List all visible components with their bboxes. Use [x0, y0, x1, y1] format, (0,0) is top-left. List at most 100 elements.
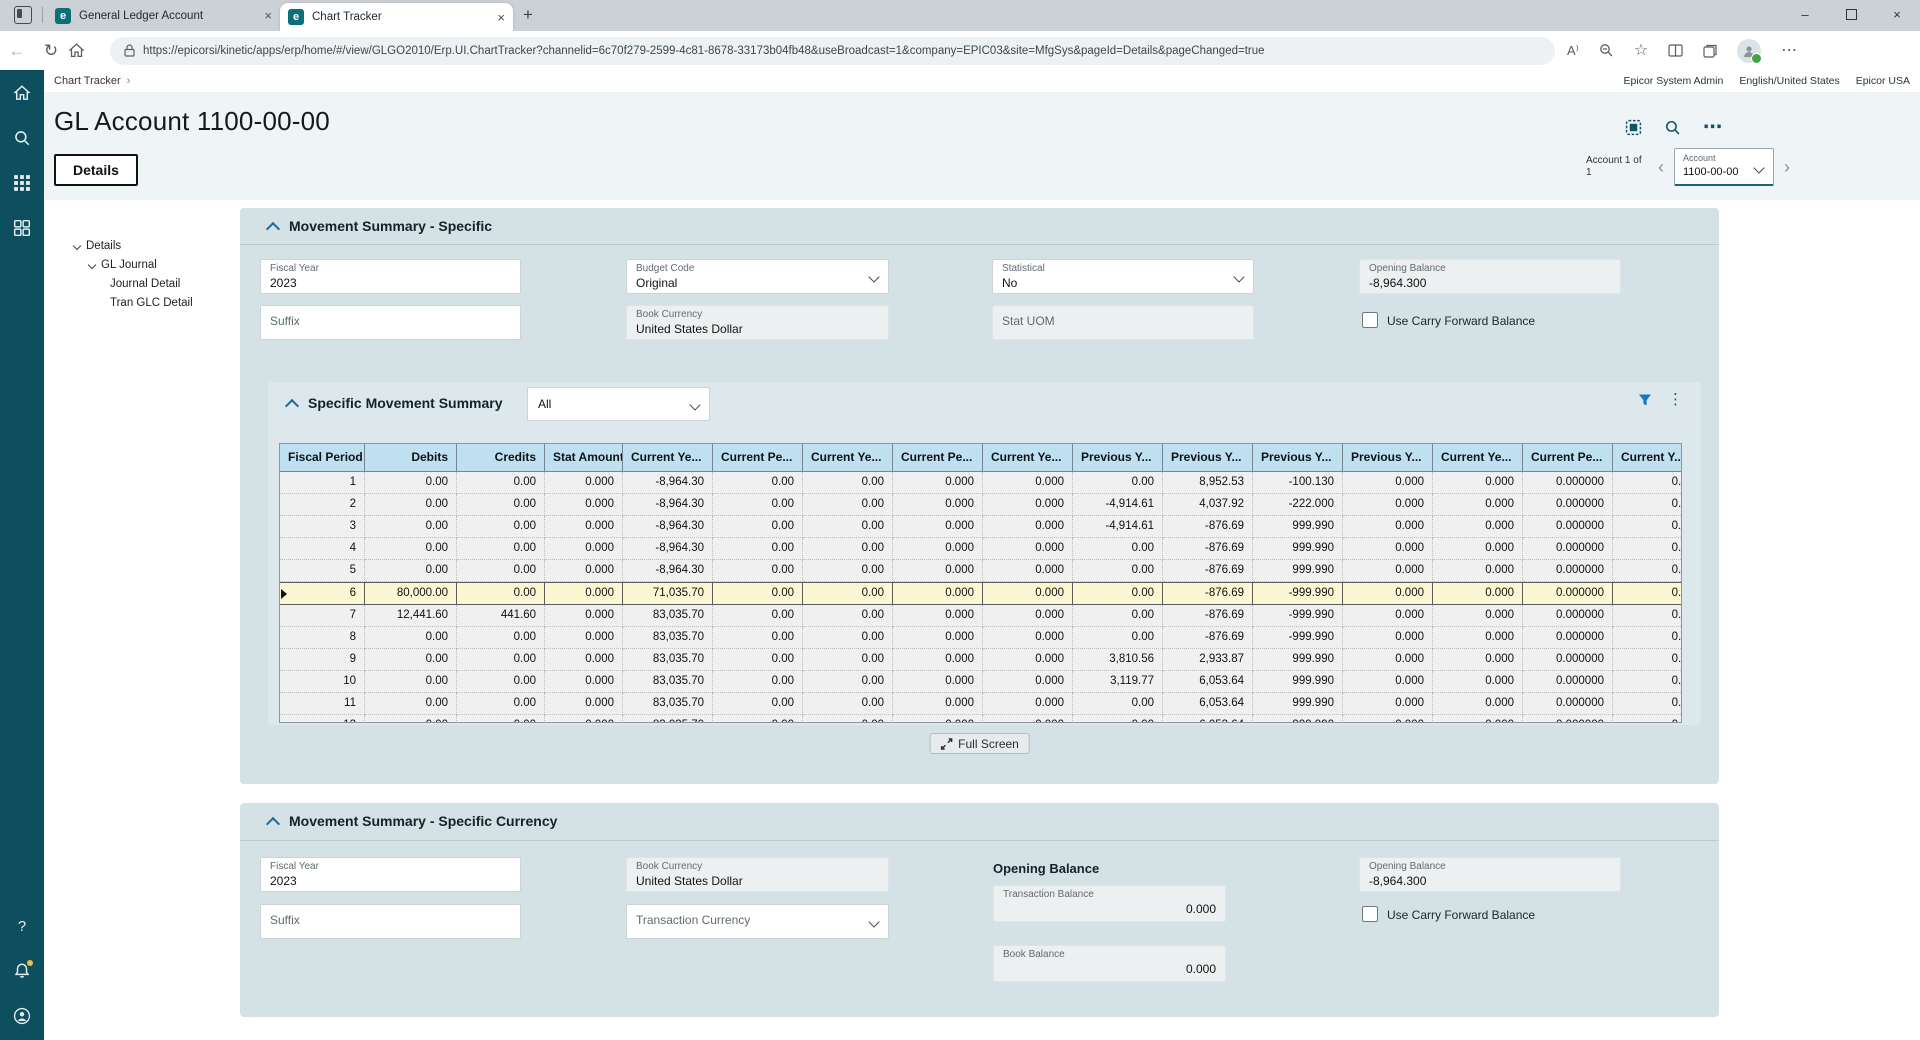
grid-column-header[interactable]: Stat Amount: [545, 444, 623, 471]
table-row[interactable]: 100.000.000.00083,035.700.000.000.0000.0…: [280, 671, 1682, 693]
browser-profile-avatar[interactable]: [1737, 39, 1761, 63]
movement-summary-grid[interactable]: Fiscal PeriodDebitsCreditsStat AmountCur…: [279, 443, 1682, 723]
company-link[interactable]: Epicor USA: [1856, 75, 1910, 87]
grid-column-header[interactable]: Current Pe...: [1523, 444, 1613, 471]
table-row[interactable]: 40.000.000.000-8,964.300.000.000.0000.00…: [280, 538, 1682, 560]
table-row[interactable]: 50.000.000.000-8,964.300.000.000.0000.00…: [280, 560, 1682, 582]
grid-column-header[interactable]: Previous Y...: [1073, 444, 1163, 471]
table-cell: 0.00: [1073, 693, 1163, 715]
table-cell: -999.990: [1253, 583, 1343, 605]
back-icon[interactable]: ←: [0, 41, 34, 61]
dashboard-nav-icon[interactable]: [13, 219, 31, 237]
grid-column-header[interactable]: Previous Y...: [1343, 444, 1433, 471]
table-cell: 999.990: [1253, 671, 1343, 693]
browser-tabstrip: e General Ledger Account × e Chart Track…: [0, 0, 1920, 31]
chevron-down-icon[interactable]: [88, 260, 96, 268]
tree: DetailsGL JournalJournal DetailTran GLC …: [74, 236, 244, 312]
breadcrumb[interactable]: Chart Tracker: [54, 75, 121, 87]
grid-column-header[interactable]: Current Ye...: [983, 444, 1073, 471]
page-more-icon[interactable]: ⋯: [1703, 116, 1722, 139]
table-row[interactable]: 20.000.000.000-8,964.300.000.000.0000.00…: [280, 494, 1682, 516]
suffix-field-2[interactable]: Suffix: [260, 904, 521, 939]
grid-column-header[interactable]: Current Pe...: [893, 444, 983, 471]
split-screen-icon[interactable]: [1668, 44, 1683, 57]
browser-menu-icon[interactable]: ⋯: [1781, 43, 1797, 59]
table-cell: 0.000: [983, 560, 1073, 582]
statistical-combo[interactable]: Statistical No: [992, 259, 1254, 294]
table-row[interactable]: 680,000.000.000.00071,035.700.000.000.00…: [280, 582, 1682, 605]
table-row[interactable]: 90.000.000.00083,035.700.000.000.0000.00…: [280, 649, 1682, 671]
table-row[interactable]: 80.000.000.00083,035.700.000.000.0000.00…: [280, 627, 1682, 649]
collapse-chevron-icon[interactable]: [266, 817, 280, 831]
tree-item-journal-detail[interactable]: Journal Detail: [74, 274, 244, 293]
page-search-icon[interactable]: [1664, 119, 1681, 136]
notifications-bell-icon[interactable]: [13, 962, 31, 980]
section-header[interactable]: Movement Summary - Specific Currency: [240, 803, 1719, 841]
fiscal-year-field-2[interactable]: Fiscal Year 2023: [260, 857, 521, 892]
summary-filter-combo[interactable]: All: [527, 387, 710, 421]
account-combo[interactable]: Account 1100-00-00: [1674, 148, 1774, 186]
table-cell: 83,035.70: [623, 671, 713, 693]
close-tab-icon[interactable]: ×: [264, 9, 272, 22]
search-nav-icon[interactable]: [13, 129, 31, 147]
grid-column-header[interactable]: Current Ye...: [623, 444, 713, 471]
home-icon[interactable]: [68, 42, 102, 59]
breadcrumb-bar: Chart Tracker › Epicor System Admin Engl…: [44, 70, 1920, 93]
apps-grid-icon[interactable]: [13, 174, 31, 192]
grid-column-header[interactable]: Credits: [457, 444, 545, 471]
collapse-chevron-icon[interactable]: [285, 399, 299, 413]
grid-column-header[interactable]: Current Ye...: [803, 444, 893, 471]
suffix-field[interactable]: Suffix: [260, 305, 521, 340]
section-header[interactable]: Movement Summary - Specific: [240, 208, 1719, 245]
grid-menu-kebab-icon[interactable]: ⋮: [1668, 392, 1683, 407]
home-nav-icon[interactable]: [13, 84, 31, 102]
maximize-button[interactable]: [1828, 0, 1874, 28]
chevron-down-icon[interactable]: [73, 241, 81, 249]
favorites-star-icon[interactable]: ☆: [1634, 43, 1648, 59]
refresh-icon[interactable]: ↻: [34, 41, 68, 61]
grid-column-header[interactable]: Debits: [365, 444, 457, 471]
grid-column-header[interactable]: Current Pe...: [713, 444, 803, 471]
grid-column-header[interactable]: Previous Y...: [1163, 444, 1253, 471]
collapse-chevron-icon[interactable]: [266, 222, 280, 236]
next-record-icon[interactable]: ›: [1784, 157, 1790, 178]
close-window-button[interactable]: ×: [1874, 0, 1920, 28]
new-tab-button[interactable]: +: [523, 5, 533, 25]
table-row[interactable]: 712,441.60441.600.00083,035.700.000.000.…: [280, 605, 1682, 627]
grid-column-header[interactable]: Current Ye...: [1433, 444, 1523, 471]
budget-code-combo[interactable]: Budget Code Original: [626, 259, 889, 294]
table-row[interactable]: 110.000.000.00083,035.700.000.000.0000.0…: [280, 693, 1682, 715]
fiscal-year-field[interactable]: Fiscal Year 2023: [260, 259, 521, 294]
tab-workspaces-icon[interactable]: [14, 6, 32, 24]
table-row[interactable]: 10.000.000.000-8,964.300.000.000.0000.00…: [280, 472, 1682, 494]
close-tab-icon[interactable]: ×: [497, 11, 505, 24]
read-aloud-icon[interactable]: A⁾: [1567, 44, 1579, 57]
zoom-icon[interactable]: [1599, 43, 1614, 58]
table-row[interactable]: 30.000.000.000-8,964.300.000.000.0000.00…: [280, 516, 1682, 538]
grid-column-header[interactable]: Current Y...: [1613, 444, 1682, 471]
current-user-link[interactable]: Epicor System Admin: [1624, 75, 1724, 87]
transaction-currency-combo[interactable]: Transaction Currency: [626, 904, 889, 939]
help-icon[interactable]: ?: [13, 918, 31, 936]
language-link[interactable]: English/United States: [1739, 75, 1839, 87]
use-carry-forward-checkbox-2[interactable]: [1362, 906, 1378, 922]
filter-funnel-icon[interactable]: [1638, 393, 1652, 407]
browser-tab-chart-tracker[interactable]: e Chart Tracker ×: [280, 3, 513, 31]
browser-tab-general-ledger-account[interactable]: e General Ledger Account ×: [47, 3, 280, 28]
previous-record-icon[interactable]: ‹: [1658, 157, 1664, 178]
grid-column-header[interactable]: Previous Y...: [1253, 444, 1343, 471]
full-screen-button[interactable]: Full Screen: [929, 733, 1030, 754]
account-person-icon[interactable]: [13, 1007, 31, 1025]
table-row[interactable]: 120.000.000.00083,035.700.000.000.0000.0…: [280, 715, 1682, 723]
tree-item-tran-glc-detail[interactable]: Tran GLC Detail: [74, 293, 244, 312]
tree-item-gl-journal[interactable]: GL Journal: [74, 255, 244, 274]
use-carry-forward-checkbox[interactable]: [1362, 312, 1378, 328]
grid-column-header[interactable]: Fiscal Period: [280, 444, 365, 471]
details-view-tab[interactable]: Details: [54, 154, 138, 186]
collections-icon[interactable]: [1703, 44, 1717, 58]
table-cell: 0.000: [1343, 627, 1433, 649]
overview-layout-icon[interactable]: [1625, 119, 1642, 136]
tree-item-details[interactable]: Details: [74, 236, 244, 255]
address-bar[interactable]: https://epicorsi/kinetic/apps/erp/home/#…: [110, 37, 1555, 65]
minimize-button[interactable]: –: [1782, 0, 1828, 28]
